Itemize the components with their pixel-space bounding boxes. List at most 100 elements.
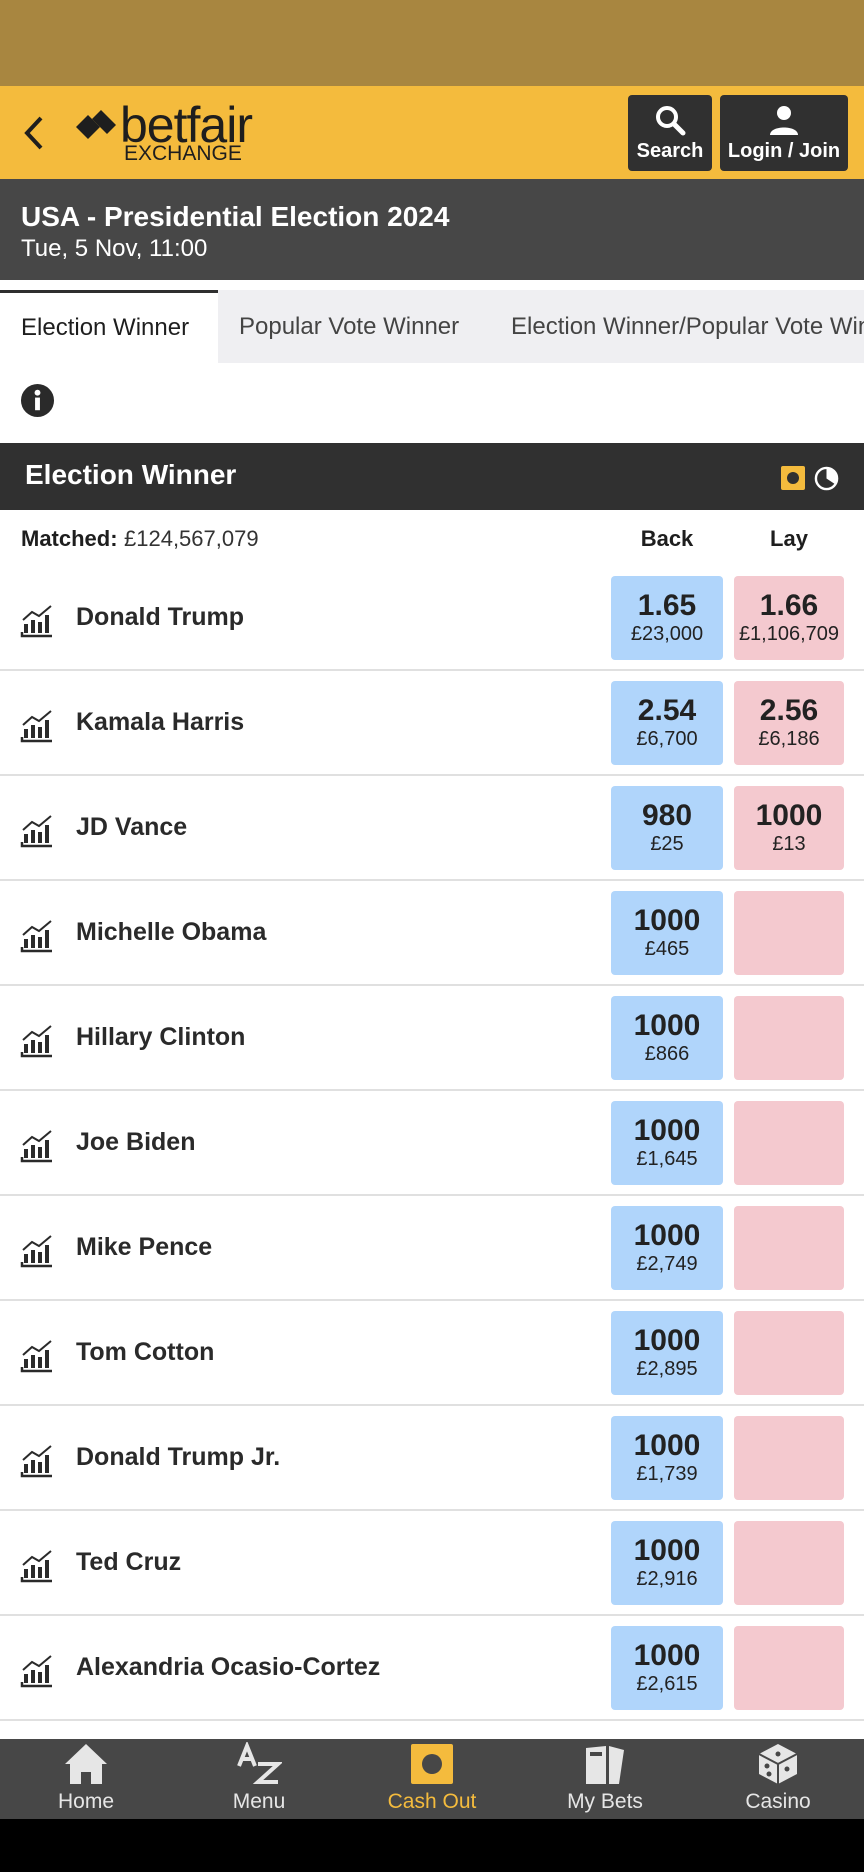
bottom-nav: Home Menu Cash Out My Bets Casino <box>0 1739 864 1819</box>
betfair-logo[interactable]: betfair EXCHANGE <box>76 97 286 166</box>
price-chart-icon[interactable] <box>20 1444 54 1478</box>
matched-value: £124,567,079 <box>124 526 259 551</box>
lay-price-button[interactable]: 1000 £13 <box>734 786 844 870</box>
chevron-left-icon <box>24 116 43 150</box>
runner-name: Michelle Obama <box>76 918 267 946</box>
lay-column-header: Lay <box>770 526 808 551</box>
back-stake: £2,615 <box>636 1673 698 1695</box>
runner-row: Kamala Harris 2.54 £6,700 2.56 £6,186 <box>0 671 864 776</box>
back-stake: £1,645 <box>636 1148 698 1170</box>
search-button[interactable]: Search <box>628 95 712 171</box>
app-header: betfair EXCHANGE Search Login / Join <box>0 86 864 179</box>
runner-row: Donald Trump Jr. 1000 £1,739 <box>0 1406 864 1511</box>
nav-menu[interactable]: Menu <box>173 1739 345 1819</box>
runner-row: Joe Biden 1000 £1,645 <box>0 1091 864 1196</box>
tab-election-winner-popular-vote[interactable]: Election Winner/Popular Vote Winner <box>490 290 864 363</box>
nav-my-bets-label: My Bets <box>567 1790 643 1813</box>
back-stake: £25 <box>650 833 684 855</box>
matched-row: Matched: £124,567,079 Back Lay <box>0 510 864 566</box>
price-chart-icon[interactable] <box>20 1549 54 1583</box>
back-price-button[interactable]: 980 £25 <box>611 786 723 870</box>
runner-name: Donald Trump <box>76 603 245 631</box>
price-chart-icon[interactable] <box>20 1339 54 1373</box>
back-odds: 2.54 <box>637 694 697 727</box>
runner-row: Ted Cruz 1000 £2,916 <box>0 1511 864 1616</box>
lay-price-button[interactable] <box>734 1311 844 1395</box>
price-chart-icon[interactable] <box>20 709 54 743</box>
back-stake: £2,916 <box>636 1568 698 1590</box>
runner-name: Alexandria Ocasio-Cortez <box>76 1653 381 1681</box>
lay-price-button[interactable] <box>734 1206 844 1290</box>
market-title: Election Winner <box>25 459 237 490</box>
lay-price-button[interactable] <box>734 891 844 975</box>
runner-row: Michelle Obama 1000 £465 <box>0 881 864 986</box>
runner-name: Tom Cotton <box>76 1338 215 1366</box>
tab-popular-vote-winner[interactable]: Popular Vote Winner <box>218 290 459 363</box>
back-stake: £1,739 <box>636 1463 698 1485</box>
info-row <box>0 363 864 443</box>
back-stake: £2,895 <box>636 1358 698 1380</box>
search-label: Search <box>636 139 704 162</box>
clock-icon <box>814 466 839 491</box>
back-price-button[interactable]: 1000 £2,615 <box>611 1626 723 1710</box>
back-price-button[interactable]: 1000 £2,895 <box>611 1311 723 1395</box>
runner-name: JD Vance <box>76 813 188 841</box>
price-chart-icon[interactable] <box>20 919 54 953</box>
event-header: USA - Presidential Election 2024 Tue, 5 … <box>0 179 864 280</box>
back-stake: £866 <box>644 1043 690 1065</box>
nav-casino[interactable]: Casino <box>692 1739 864 1819</box>
login-join-button[interactable]: Login / Join <box>720 95 848 171</box>
event-title: USA - Presidential Election 2024 <box>21 201 450 232</box>
price-chart-icon[interactable] <box>20 1024 54 1058</box>
user-icon <box>770 105 798 135</box>
lay-price-button[interactable] <box>734 1101 844 1185</box>
back-price-button[interactable]: 1000 £1,739 <box>611 1416 723 1500</box>
back-odds: 1000 <box>633 1114 701 1147</box>
back-price-button[interactable]: 1.65 £23,000 <box>611 576 723 660</box>
back-price-button[interactable]: 1000 £866 <box>611 996 723 1080</box>
back-price-button[interactable]: 1000 £2,749 <box>611 1206 723 1290</box>
lay-price-button[interactable] <box>734 1626 844 1710</box>
runner-name: Kamala Harris <box>76 708 245 736</box>
back-odds: 1000 <box>633 904 701 937</box>
back-price-button[interactable]: 1000 £465 <box>611 891 723 975</box>
back-button[interactable] <box>14 110 54 156</box>
nav-my-bets[interactable]: My Bets <box>519 1739 691 1819</box>
logo-sub: EXCHANGE <box>124 142 242 165</box>
lay-stake: £6,186 <box>758 728 820 750</box>
runner-name: Hillary Clinton <box>76 1023 246 1051</box>
price-chart-icon[interactable] <box>20 1654 54 1688</box>
back-price-button[interactable]: 1000 £2,916 <box>611 1521 723 1605</box>
price-chart-icon[interactable] <box>20 814 54 848</box>
info-icon[interactable] <box>20 383 55 418</box>
cash-out-icon <box>411 1744 453 1784</box>
runner-row: Alexandria Ocasio-Cortez 1000 £2,615 <box>0 1616 864 1721</box>
back-stake: £2,749 <box>636 1253 698 1275</box>
nav-cash-out[interactable]: Cash Out <box>346 1739 518 1819</box>
price-chart-icon[interactable] <box>20 1234 54 1268</box>
back-price-button[interactable]: 1000 £1,645 <box>611 1101 723 1185</box>
tab-election-winner[interactable]: Election Winner <box>0 290 218 363</box>
nav-home[interactable]: Home <box>0 1739 172 1819</box>
home-icon <box>65 1744 107 1784</box>
lay-price-button[interactable] <box>734 1416 844 1500</box>
back-price-button[interactable]: 2.54 £6,700 <box>611 681 723 765</box>
runner-row: Tom Cotton 1000 £2,895 <box>0 1301 864 1406</box>
event-date: Tue, 5 Nov, 11:00 <box>21 235 208 262</box>
back-stake: £23,000 <box>630 623 704 645</box>
lay-odds: 2.56 <box>759 694 819 727</box>
back-odds: 1000 <box>633 1324 701 1357</box>
nav-cash-out-label: Cash Out <box>387 1790 477 1813</box>
matched-label: Matched: <box>21 526 118 551</box>
price-chart-icon[interactable] <box>20 604 54 638</box>
back-odds: 1.65 <box>637 589 697 622</box>
price-chart-icon[interactable] <box>20 1129 54 1163</box>
lay-odds: 1000 <box>755 799 823 832</box>
back-column-header: Back <box>640 526 694 551</box>
lay-price-button[interactable] <box>734 1521 844 1605</box>
back-odds: 1000 <box>633 1429 701 1462</box>
lay-price-button[interactable] <box>734 996 844 1080</box>
lay-price-button[interactable]: 2.56 £6,186 <box>734 681 844 765</box>
az-menu-icon <box>237 1742 282 1784</box>
lay-price-button[interactable]: 1.66 £1,106,709 <box>734 576 844 660</box>
